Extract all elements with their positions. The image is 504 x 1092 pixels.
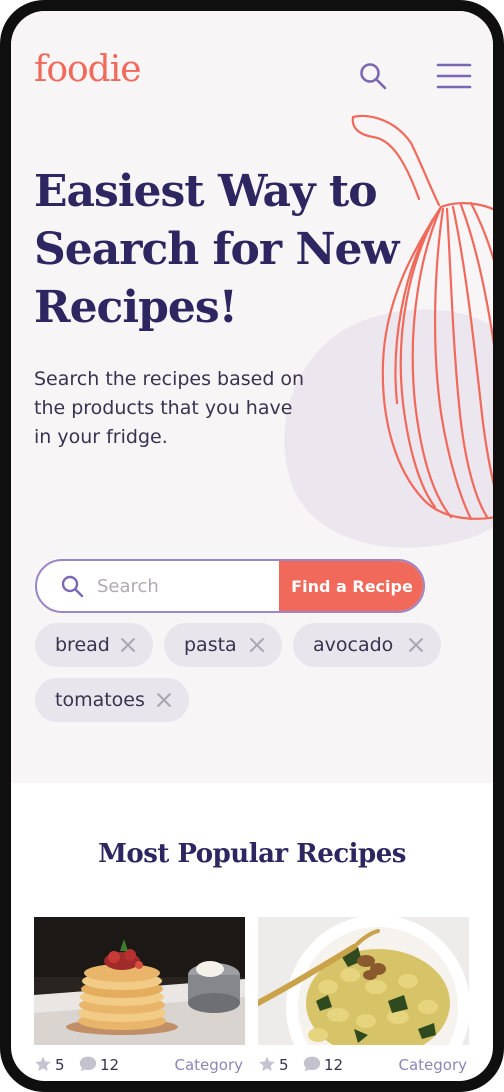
category-link[interactable]: Category — [174, 1056, 243, 1074]
star-icon — [35, 1056, 51, 1072]
rating-count: 5 — [55, 1056, 65, 1074]
headline-line: Recipes! — [34, 282, 238, 333]
subtext-line: the products that you have — [34, 397, 293, 419]
close-icon[interactable] — [407, 636, 425, 654]
chip-label: tomatoes — [55, 689, 145, 711]
close-icon[interactable] — [155, 691, 173, 709]
chip-label: avocado — [313, 634, 394, 656]
app-screen: foodie Easiest Way to Search for New Rec… — [11, 11, 493, 1081]
rating-count: 5 — [279, 1056, 289, 1074]
hero-headline: Easiest Way to Search for New Recipes! — [34, 163, 404, 337]
search-icon — [61, 575, 84, 598]
foodie-logo[interactable]: foodie — [34, 49, 142, 90]
close-icon[interactable] — [248, 636, 266, 654]
headline-line: Search for New — [34, 224, 399, 275]
subtext-line: in your fridge. — [34, 426, 168, 448]
ingredient-chip: pasta — [164, 623, 282, 667]
recipe-card[interactable]: 5 12 Category — [34, 917, 245, 1077]
subtext-line: Search the recipes based on — [34, 368, 305, 390]
recipe-search-bar: Find a Recipe — [35, 559, 425, 613]
comment-icon — [79, 1056, 97, 1072]
ingredient-chip: avocado — [293, 623, 441, 667]
chip-label: pasta — [184, 634, 237, 656]
category-link[interactable]: Category — [398, 1056, 467, 1074]
chip-label: bread — [55, 634, 110, 656]
close-icon[interactable] — [119, 636, 137, 654]
search-icon[interactable] — [358, 61, 390, 93]
star-icon — [259, 1056, 275, 1072]
comment-icon — [303, 1056, 321, 1072]
phone-frame: foodie Easiest Way to Search for New Rec… — [0, 0, 504, 1092]
find-recipe-button[interactable]: Find a Recipe — [279, 561, 423, 611]
comment-count: 12 — [324, 1056, 344, 1074]
pancake-stack-photo[interactable] — [34, 917, 245, 1045]
section-title: Most Popular Recipes — [98, 839, 406, 869]
hamburger-menu-icon[interactable] — [436, 61, 472, 93]
ingredient-chip: bread — [35, 623, 153, 667]
ingredient-chip: tomatoes — [35, 678, 189, 722]
headline-line: Easiest Way to — [34, 166, 378, 217]
search-input[interactable] — [97, 567, 277, 605]
comment-count: 12 — [100, 1056, 120, 1074]
hero-subtext: Search the recipes based on the products… — [34, 365, 324, 452]
recipe-meta: 5 12 Category — [258, 1053, 469, 1077]
recipe-meta: 5 12 Category — [34, 1053, 245, 1077]
hero-section: foodie Easiest Way to Search for New Rec… — [11, 11, 493, 783]
recipe-card[interactable]: 5 12 Category — [258, 917, 469, 1077]
gnocchi-pasta-photo[interactable] — [258, 917, 469, 1045]
